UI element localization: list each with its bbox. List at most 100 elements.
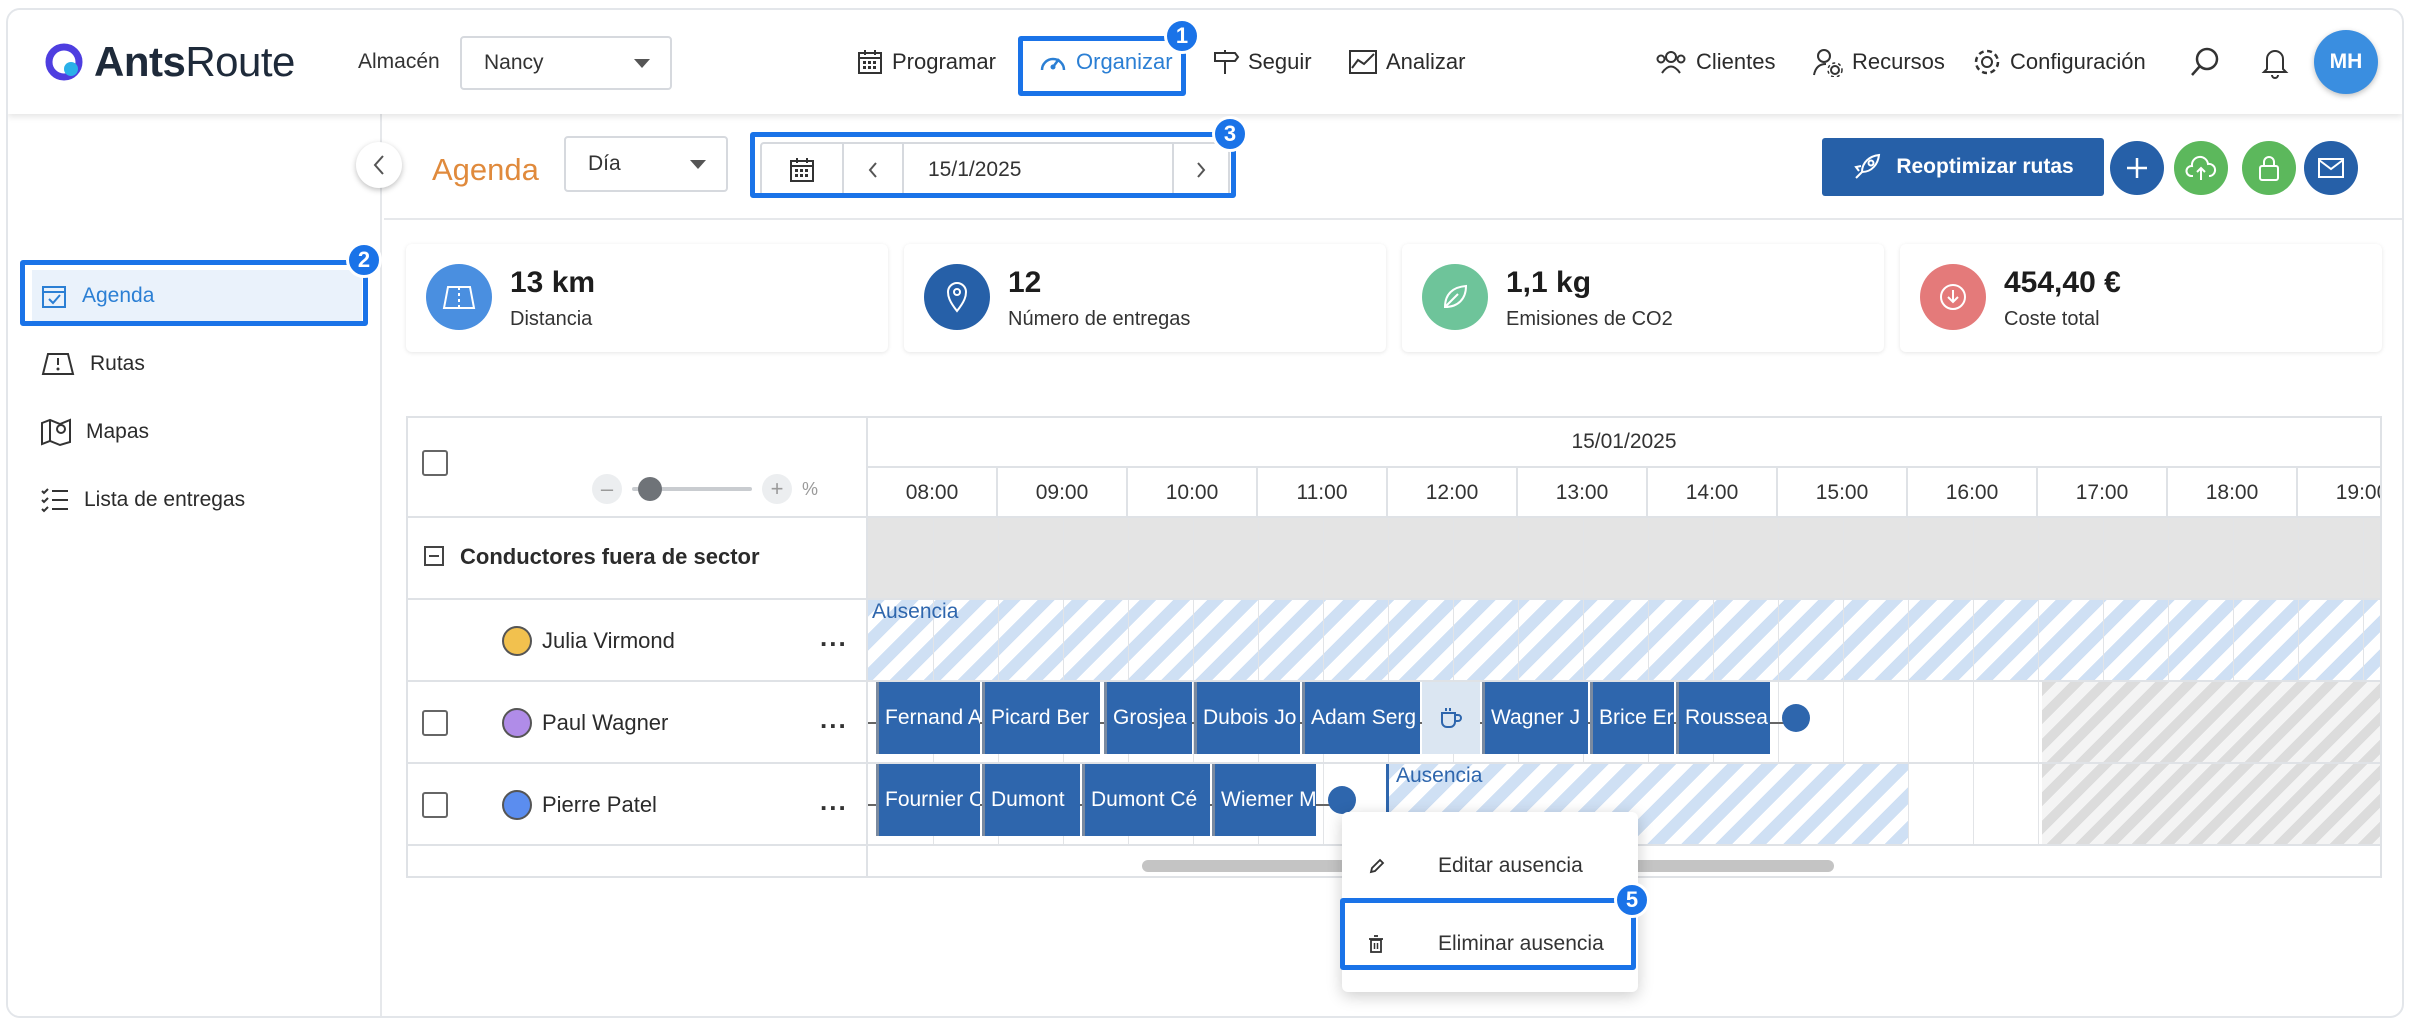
driver-more-button[interactable]: ... [820, 786, 848, 817]
sidebar-item-rutas[interactable]: Rutas [32, 338, 362, 390]
kpi-value: 454,40 € [2004, 266, 2121, 299]
add-button[interactable] [2110, 141, 2164, 195]
search-icon [2191, 47, 2219, 76]
collapse-group-icon[interactable] [424, 546, 444, 566]
driver-name: Paul Wagner [542, 710, 669, 735]
task-block[interactable]: Roussea [1676, 682, 1770, 754]
grid-line [1518, 518, 1519, 598]
task-block[interactable]: Dumont Cé [1082, 764, 1210, 836]
previous-day-button[interactable] [844, 144, 904, 196]
task-block[interactable]: Wiemer M [1212, 764, 1316, 836]
route-end-marker[interactable] [1782, 704, 1810, 732]
nav-configuracion[interactable]: Configuración [1972, 40, 2146, 84]
sidebar-item-label: Rutas [90, 352, 145, 375]
nav-seguir[interactable]: Seguir [1212, 40, 1312, 84]
task-block[interactable]: Grosjea [1104, 682, 1192, 754]
absence-context-menu: Editar ausencia Eliminar ausencia [1342, 812, 1638, 992]
grid-line [2038, 518, 2039, 598]
task-block[interactable]: Picard Ber [982, 682, 1100, 754]
zoom-in-button[interactable]: + [762, 474, 792, 504]
task-block[interactable]: Fournier C [876, 764, 980, 836]
email-button[interactable] [2304, 141, 2358, 195]
zoom-control: – + % [592, 474, 818, 504]
avatar[interactable]: MH [2314, 30, 2378, 94]
signpost-icon [1214, 50, 1240, 74]
julia-absence-lane[interactable]: Ausencia [868, 600, 2380, 682]
date-picker-button[interactable] [762, 144, 844, 196]
pencil-icon [1369, 858, 1385, 874]
grid-line [1778, 518, 1779, 598]
driver-more-button[interactable]: ... [820, 704, 848, 735]
nav-organizar[interactable]: Organizar [1038, 40, 1173, 84]
logo[interactable]: AntsRoute [44, 38, 295, 86]
date-value: 15/1/2025 [928, 158, 1022, 181]
zoom-slider[interactable] [632, 477, 752, 501]
date-field[interactable]: 15/1/2025 [904, 144, 1174, 196]
header-divider [384, 218, 2402, 220]
nav-programar[interactable]: Programar [856, 40, 996, 84]
task-block[interactable]: Adam Serg [1302, 682, 1420, 754]
cloud-upload-icon [2185, 155, 2217, 180]
kpi-distance: 13 km Distancia [406, 244, 888, 352]
notifications-button[interactable] [2260, 40, 2290, 84]
zoom-slider-handle[interactable] [638, 477, 662, 501]
warehouse-select[interactable]: Nancy [460, 36, 672, 90]
search-button[interactable] [2188, 40, 2222, 84]
task-block[interactable]: Dubois Jo [1194, 682, 1300, 754]
route-end-marker[interactable] [1328, 786, 1356, 814]
driver-checkbox[interactable] [422, 710, 448, 736]
nav-programar-label: Programar [892, 49, 996, 74]
driver-checkbox[interactable] [422, 792, 448, 818]
hour-label: 14:00 [1648, 468, 1778, 518]
sidebar-item-mapas[interactable]: Mapas [32, 406, 362, 458]
calendar-check-icon [42, 286, 66, 308]
task-block[interactable]: Wagner J [1482, 682, 1588, 754]
upload-button[interactable] [2174, 141, 2228, 195]
driver-color-dot [502, 626, 532, 656]
nav-recursos-label: Recursos [1852, 49, 1945, 74]
map-pin-icon [41, 418, 71, 447]
delete-absence-menu-item[interactable]: Eliminar ausencia [1342, 914, 1638, 974]
timeline-hours: 08:00 09:00 10:00 11:00 12:00 13:00 14:00 15:00… [868, 468, 2380, 518]
nav-recursos[interactable]: Recursos [1812, 40, 1945, 84]
gantt-header-left: – + % [408, 418, 868, 518]
view-select[interactable]: Día [564, 136, 728, 192]
coffee-cup-icon [1441, 708, 1462, 728]
hour-label: 18:00 [2168, 468, 2298, 518]
task-block[interactable]: Dumont [982, 764, 1080, 836]
group-title: Conductores fuera de sector [460, 544, 760, 569]
chart-icon [1349, 50, 1377, 74]
select-all-checkbox[interactable] [422, 450, 448, 476]
sidebar: Agenda Rutas Mapas Lista de entregas [8, 114, 382, 1016]
task-block[interactable]: Fernand A [876, 682, 980, 754]
group-row: Conductores fuera de sector [408, 518, 868, 600]
edit-absence-menu-item[interactable]: Editar ausencia [1342, 836, 1638, 896]
app-window: AntsRoute Almacén Nancy Programar Organi… [6, 8, 2404, 1018]
next-day-button[interactable] [1174, 144, 1228, 196]
nav-clientes[interactable]: Clientes [1654, 40, 1775, 84]
sidebar-item-lista-de-entregas[interactable]: Lista de entregas [32, 474, 362, 526]
reoptimize-routes-button[interactable]: Reoptimizar rutas [1822, 138, 2104, 196]
kpi-label: Coste total [2004, 308, 2100, 330]
sidebar-item-agenda[interactable]: Agenda [32, 270, 362, 322]
download-circle-icon [1920, 264, 1986, 330]
absence-label: Ausencia [1396, 764, 1483, 787]
break-block[interactable] [1422, 682, 1480, 754]
collapse-sidebar-button[interactable] [356, 142, 402, 188]
grid-line [1453, 518, 1454, 598]
calendar-icon [790, 158, 814, 182]
warehouse-label: Almacén [358, 50, 440, 73]
user-gear-icon [1813, 49, 1843, 77]
task-block[interactable]: Brice Er [1590, 682, 1674, 754]
driver-more-button[interactable]: ... [820, 622, 848, 653]
nav-analizar[interactable]: Analizar [1348, 40, 1465, 84]
grid-line [2298, 518, 2299, 598]
absence-label: Ausencia [872, 600, 959, 623]
unavailable-zone [2042, 682, 2380, 762]
top-bar: AntsRoute Almacén Nancy Programar Organi… [8, 10, 2402, 114]
kpi-co2: 1,1 kg Emisiones de CO2 [1402, 244, 1884, 352]
driver-color-dot [502, 790, 532, 820]
lock-button[interactable] [2242, 141, 2296, 195]
zoom-out-button[interactable]: – [592, 474, 622, 504]
kpi-value: 13 km [510, 266, 596, 299]
